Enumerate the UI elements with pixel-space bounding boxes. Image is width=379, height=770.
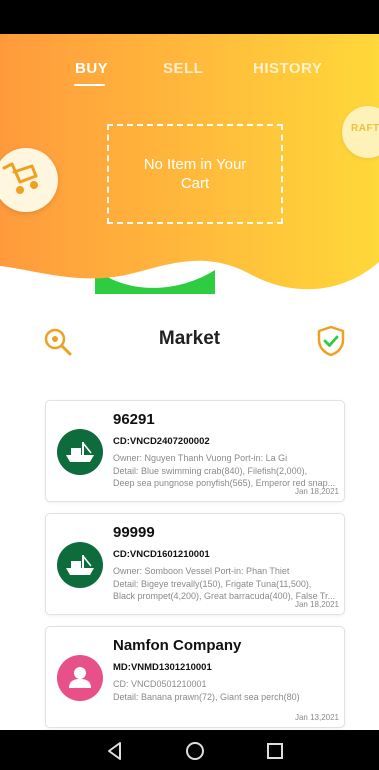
cart-icon xyxy=(2,162,38,194)
shield-check-icon xyxy=(317,325,345,357)
listing-name: Namfon Company xyxy=(113,637,242,654)
status-bar xyxy=(0,0,379,34)
system-nav-bar xyxy=(0,730,379,770)
listing-owner: Owner: Somboon Vessel Port-in: Phan Thie… xyxy=(113,566,290,576)
boat-icon xyxy=(66,555,94,575)
listing-detail: Detail: Banana prawn(72), Giant sea perc… xyxy=(113,692,300,702)
listing-code: MD:VNMD1301210001 xyxy=(113,662,212,673)
listing-card[interactable]: 99999 CD:VNCD1601210001 Owner: Somboon V… xyxy=(45,513,345,615)
vessel-avatar xyxy=(57,542,103,588)
listing-sub-code: CD: VNCD0501210001 xyxy=(113,679,207,689)
boat-icon xyxy=(66,442,94,462)
empty-cart-box: No Item in Your Cart xyxy=(107,124,283,224)
listing-date: Jan 18,2021 xyxy=(294,600,339,609)
listing-code: CD:VNCD1601210001 xyxy=(113,549,210,560)
listing-date: Jan 13,2021 xyxy=(294,713,339,722)
back-triangle-icon xyxy=(108,742,121,760)
recents-button[interactable] xyxy=(264,740,286,762)
tab-sell[interactable]: SELL xyxy=(163,60,203,77)
tab-history[interactable]: HISTORY xyxy=(253,60,322,77)
listing-date: Jan 18,2021 xyxy=(294,487,339,496)
listing-owner: Owner: Nguyen Thanh Vuong Port-in: La Gi xyxy=(113,453,288,463)
tab-buy[interactable]: BUY xyxy=(75,60,108,77)
verified-filter-button[interactable] xyxy=(314,324,348,358)
listing-card[interactable]: 96291 CD:VNCD2407200002 Owner: Nguyen Th… xyxy=(45,400,345,502)
home-button[interactable] xyxy=(184,740,206,762)
recents-square-icon xyxy=(267,743,283,759)
listing-code: CD:VNCD2407200002 xyxy=(113,436,210,447)
back-button[interactable] xyxy=(104,740,126,762)
tab-bar: BUY SELL HISTORY xyxy=(0,60,379,90)
listing-name: 96291 xyxy=(113,411,155,428)
empty-cart-message: No Item in Your Cart xyxy=(143,156,247,192)
home-circle-icon xyxy=(186,742,204,760)
market-header: Market xyxy=(0,320,379,360)
listing-name: 99999 xyxy=(113,524,155,541)
person-icon xyxy=(69,667,91,688)
listing-card[interactable]: Namfon Company MD:VNMD1301210001 CD: VNC… xyxy=(45,626,345,728)
raft-badge-label: RAFT xyxy=(351,123,379,134)
vessel-avatar xyxy=(57,429,103,475)
company-avatar xyxy=(57,655,103,701)
active-tab-indicator xyxy=(74,84,105,86)
listing-detail: Detail: Bigeye trevally(150), Frigate Tu… xyxy=(113,579,312,589)
listing-detail: Detail: Blue swimming crab(840), Filefis… xyxy=(113,466,308,476)
